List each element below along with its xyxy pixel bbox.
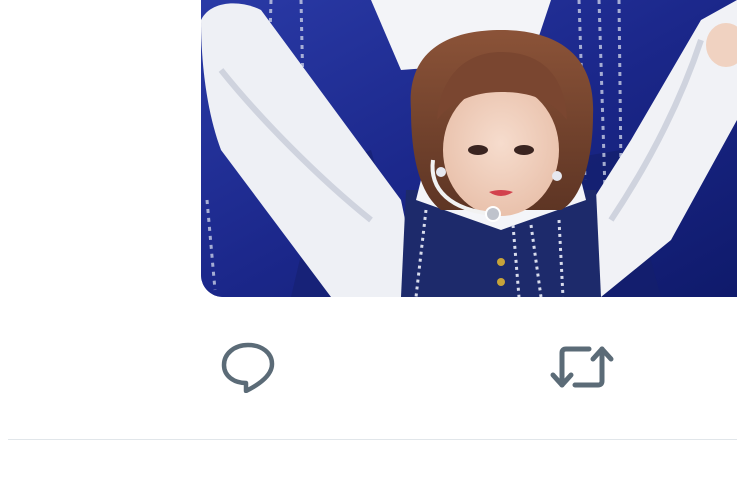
tweet-action-bar [0,297,737,439]
tweet-media-photo[interactable] [201,0,737,297]
reply-bubble-icon [220,341,276,398]
retweet-arrows-icon [549,343,615,396]
retweet-button[interactable] [550,337,614,401]
photo-image [201,0,737,297]
tweet-divider [8,439,737,440]
tweet-card [0,0,737,478]
reply-button[interactable] [216,337,280,401]
